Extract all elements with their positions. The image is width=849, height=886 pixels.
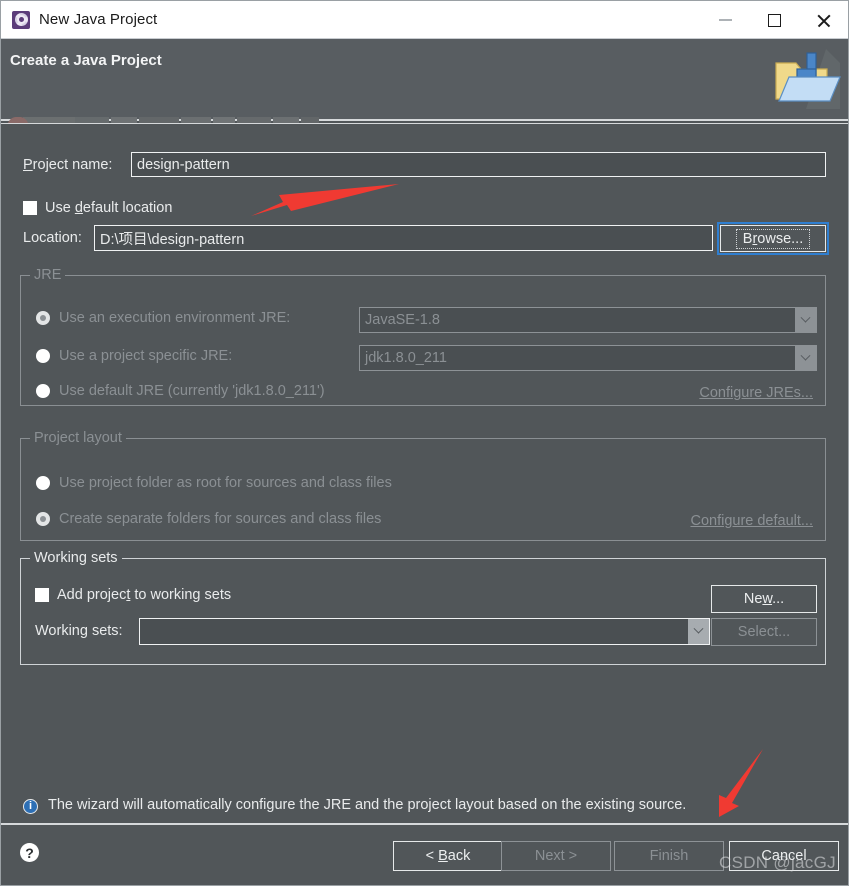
radio-default-jre[interactable]: Use default JRE (currently 'jdk1.8.0_211… <box>36 383 325 399</box>
title-bar: New Java Project <box>1 1 848 39</box>
chevron-down-icon[interactable] <box>688 619 709 644</box>
csdn-watermark: CSDN @jacGJ <box>719 853 836 872</box>
new-java-project-dialog: New Java Project Create a Java Project P… <box>0 0 849 886</box>
browse-button-label: Browse... <box>735 228 811 249</box>
location-label: Location: <box>23 230 82 246</box>
minimize-icon <box>719 19 732 21</box>
location-value: D:\项目\design-pattern <box>100 231 245 248</box>
radio-dot <box>36 349 50 363</box>
execution-environment-combo[interactable]: JavaSE-1.8 <box>359 307 817 333</box>
radio-dot <box>36 311 50 325</box>
wizard-banner: Create a Java Project <box>1 39 848 145</box>
working-sets-group: Working sets Add project to working sets… <box>20 550 826 665</box>
radio-default-jre-label: Use default JRE (currently 'jdk1.8.0_211… <box>59 383 325 399</box>
checkbox-box <box>23 201 37 215</box>
radio-dot <box>36 512 50 526</box>
info-icon: i <box>23 799 38 814</box>
chevron-down-icon[interactable] <box>795 308 816 332</box>
maximize-icon <box>768 13 781 27</box>
select-working-set-button: Select... <box>711 618 817 646</box>
finish-button: Finish <box>614 841 724 871</box>
jre-group-title: JRE <box>30 267 66 283</box>
add-project-to-working-sets-label: Add project to working sets <box>57 587 232 603</box>
use-default-location-label: Use default location <box>45 200 173 216</box>
maximize-button[interactable] <box>750 1 799 39</box>
radio-execution-environment-jre[interactable]: Use an execution environment JRE: <box>36 310 290 326</box>
execution-environment-value: JavaSE-1.8 <box>365 312 440 328</box>
project-specific-jre-value: jdk1.8.0_211 <box>365 350 447 366</box>
radio-project-specific-jre[interactable]: Use a project specific JRE: <box>36 348 232 364</box>
jre-group: JRE Use an execution environment JRE: Ja… <box>20 267 826 406</box>
divider <box>1 123 848 124</box>
checkbox-box <box>35 588 49 602</box>
info-message: The wizard will automatically configure … <box>48 797 687 813</box>
new-working-set-label: New... <box>743 591 785 607</box>
window-title: New Java Project <box>39 11 158 28</box>
working-sets-combo-label: Working sets: <box>35 623 123 639</box>
close-icon <box>816 13 831 28</box>
project-layout-group-title: Project layout <box>30 430 126 446</box>
browse-button[interactable]: Browse... <box>717 222 829 255</box>
project-name-label: Project name: <box>23 157 113 173</box>
next-button-label: Next > <box>534 848 578 864</box>
page-title: Create a Java Project <box>10 52 162 69</box>
radio-dot <box>36 476 50 490</box>
window-controls <box>701 1 848 39</box>
new-working-set-button[interactable]: New... <box>711 585 817 613</box>
project-layout-group: Project layout Use project folder as roo… <box>20 430 826 541</box>
working-sets-combo[interactable] <box>139 618 710 645</box>
project-name-input[interactable]: design-pattern <box>131 152 826 177</box>
eclipse-icon <box>12 10 30 29</box>
minimize-button[interactable] <box>701 1 750 39</box>
working-sets-group-title: Working sets <box>30 550 122 566</box>
java-project-folder-icon <box>775 49 841 109</box>
use-default-location-checkbox[interactable]: Use default location <box>23 200 172 216</box>
next-button: Next > <box>501 841 611 871</box>
configure-jres-link[interactable]: Configure JREs... <box>699 385 813 401</box>
radio-project-folder-root-label: Use project folder as root for sources a… <box>59 475 392 491</box>
finish-button-label: Finish <box>649 848 689 864</box>
project-name-value: design-pattern <box>137 156 230 173</box>
radio-separate-folders-label: Create separate folders for sources and … <box>59 511 382 527</box>
add-project-to-working-sets-checkbox[interactable]: Add project to working sets <box>35 587 231 603</box>
radio-project-specific-jre-label: Use a project specific JRE: <box>59 348 233 364</box>
select-working-set-label: Select... <box>737 624 791 640</box>
project-specific-jre-combo[interactable]: jdk1.8.0_211 <box>359 345 817 371</box>
help-icon[interactable]: ? <box>20 843 39 862</box>
back-button[interactable]: < Back <box>393 841 503 871</box>
chevron-down-icon[interactable] <box>795 346 816 370</box>
configure-default-link[interactable]: Configure default... <box>690 513 813 529</box>
radio-dot <box>36 384 50 398</box>
radio-separate-folders[interactable]: Create separate folders for sources and … <box>36 511 381 527</box>
location-input[interactable]: D:\项目\design-pattern <box>94 225 713 251</box>
dialog-content: Project name: design-pattern Use default… <box>1 123 848 823</box>
radio-execution-environment-jre-label: Use an execution environment JRE: <box>59 310 291 326</box>
radio-project-folder-root[interactable]: Use project folder as root for sources a… <box>36 475 392 491</box>
back-button-label: < Back <box>425 848 471 864</box>
close-button[interactable] <box>799 1 848 39</box>
